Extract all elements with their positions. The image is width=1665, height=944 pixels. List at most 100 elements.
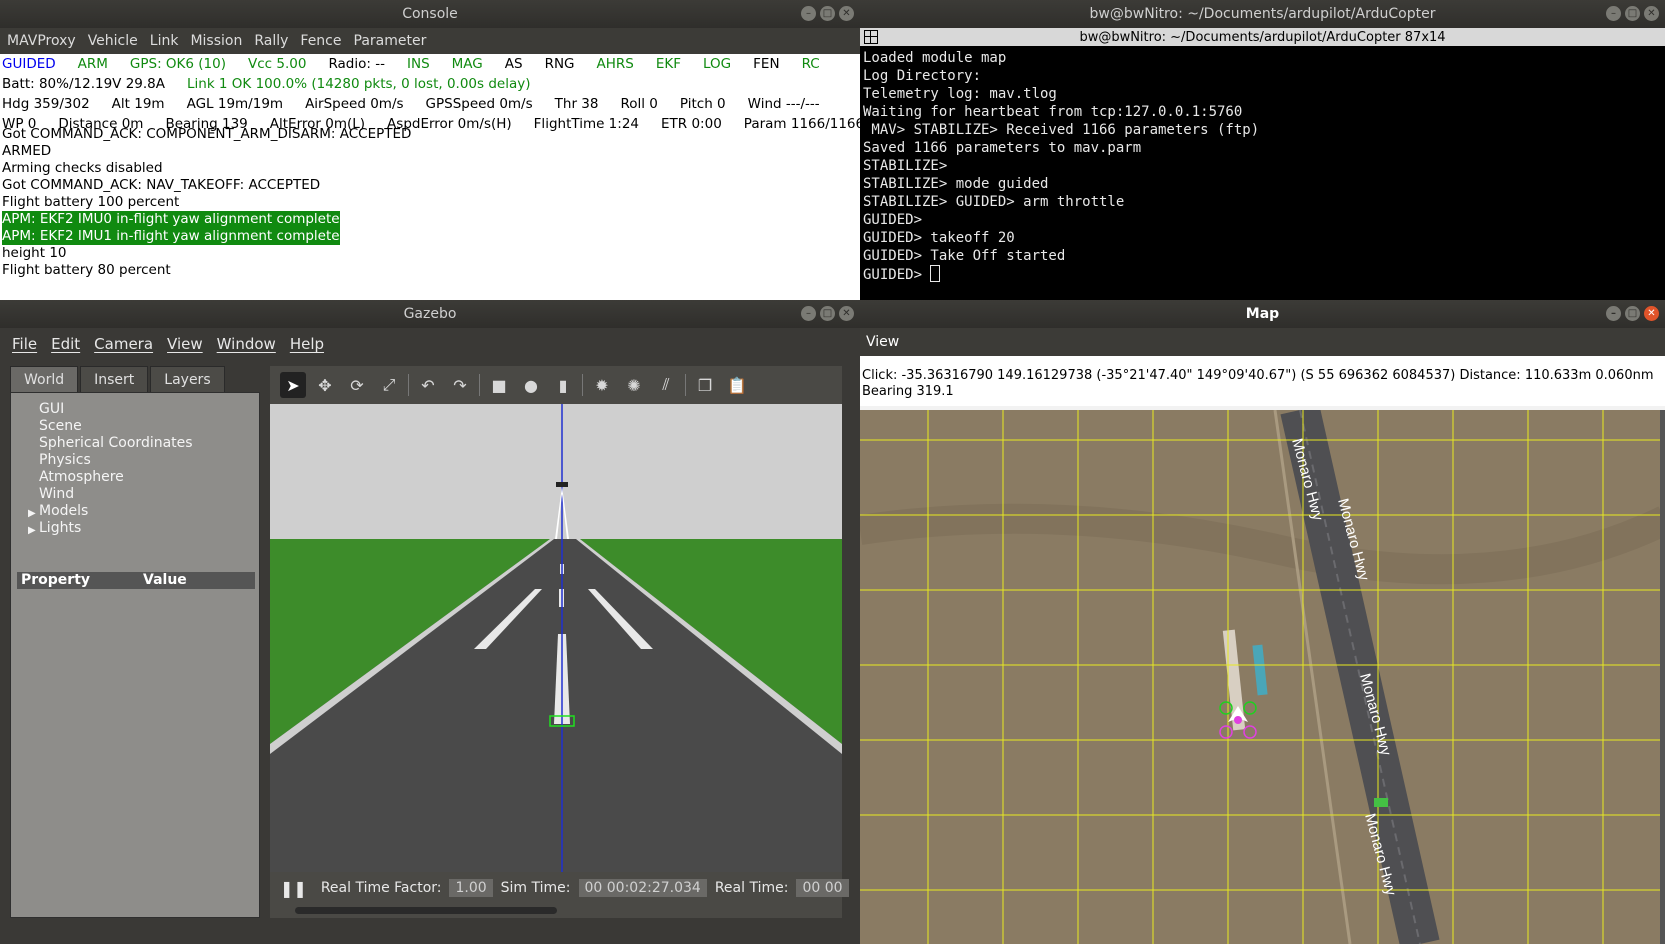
close-icon[interactable]: ✕ [1644,306,1659,321]
status-item: AHRS [596,56,634,72]
console-message: APM: EKF2 IMU0 in-flight yaw alignment c… [2,211,860,228]
status-item: Link 1 OK 100.0% (14280 pkts, 0 lost, 0.… [186,76,531,92]
map-menubar: View [860,328,1665,356]
expand-arrow-icon[interactable]: ▶ [28,505,36,522]
menu-parameter[interactable]: Parameter [354,33,427,49]
gazebo-menu-help[interactable]: Help [290,335,324,353]
translate-icon[interactable]: ✥ [312,372,338,398]
maximize-icon[interactable]: □ [820,6,835,21]
gazebo-menu-window[interactable]: Window [217,335,276,353]
terminal-prompt-line[interactable]: GUIDED> [863,265,1665,284]
terminal-output[interactable]: Loaded module map Log Directory: Telemetry… [860,46,1665,284]
tree-item[interactable]: Physics [39,452,259,469]
terminal-line: STABILIZE> GUIDED> arm throttle [863,194,1125,210]
tree-item[interactable]: Atmosphere [39,469,259,486]
maximize-icon[interactable]: □ [1625,306,1640,321]
minimize-icon[interactable]: – [1606,306,1621,321]
spot-light-icon[interactable]: ✺ [621,372,647,398]
status-item: LOG [703,56,732,72]
toolbar-separator [479,374,480,396]
message-text: Got COMMAND_ACK: COMPONENT_ARM_DISARM: A… [2,126,412,142]
terminal-grid-icon[interactable] [864,30,878,44]
tab-insert[interactable]: Insert [80,366,149,392]
tree-item[interactable]: GUI [39,401,259,418]
maximize-icon[interactable]: □ [1625,6,1640,21]
sky [270,404,842,539]
bearing-info: Bearing 319.1 [862,384,954,399]
tree-item[interactable]: Scene [39,418,259,435]
scale-icon[interactable]: ⤢ [376,372,402,398]
status-item: Batt: 80%/12.19V 29.8A [2,76,165,92]
menu-fence[interactable]: Fence [300,33,341,49]
gazebo-viewport: ➤ ✥ ⟳ ⤢ ↶ ↷ ■ ● ▮ ✹ ✺ ⫽ ❐ 📋 ❚❚ Real Time Factor: 1.00… [270,366,849,918]
message-text: Flight battery 100 percent [2,194,180,210]
drone-model[interactable] [556,482,568,487]
menu-link[interactable]: Link [150,33,179,49]
terminal-line: STABILIZE> mode guided [863,176,1049,192]
cylinder-icon[interactable]: ▮ [550,372,576,398]
sphere-icon[interactable]: ● [518,372,544,398]
status-item: INS [406,56,430,72]
minimize-icon[interactable]: – [801,306,816,321]
status-item: GPS: OK6 (10) [129,56,227,72]
gazebo-menu-camera[interactable]: Camera [94,335,153,353]
console-titlebar[interactable]: Console – □ ✕ [0,0,860,28]
tree-item-label: Wind [39,486,75,502]
point-light-icon[interactable]: ✹ [589,372,615,398]
menu-rally[interactable]: Rally [254,33,288,49]
message-text: Arming checks disabled [2,160,163,176]
console-message: Got COMMAND_ACK: NAV_TAKEOFF: ACCEPTED [2,177,860,194]
select-arrow-icon[interactable]: ➤ [280,372,306,398]
terminal-line: MAV> STABILIZE> Received 1166 parameters… [863,122,1260,138]
status-item: FlightTime 1:24 [533,116,640,132]
menu-mavproxy[interactable]: MAVProxy [7,33,76,49]
status-item: MAG [451,56,483,72]
gazebo-window: Gazebo – □ ✕ File Edit Camera View Window Hel… [0,300,860,944]
tree-item[interactable]: ▶ Models [28,503,259,520]
paste-icon[interactable]: 📋 [724,372,750,398]
undo-icon[interactable]: ↶ [415,372,441,398]
horizontal-scrollbar[interactable] [295,907,557,914]
waypoint-marker[interactable] [1374,798,1388,807]
3d-scene[interactable] [270,404,842,872]
gazebo-menu-edit[interactable]: Edit [51,335,80,353]
menu-vehicle[interactable]: Vehicle [88,33,138,49]
copy-icon[interactable]: ❐ [692,372,718,398]
minimize-icon[interactable]: – [801,6,816,21]
map-menu-view[interactable]: View [866,334,899,350]
close-icon[interactable]: ✕ [1644,6,1659,21]
console-message: ARMED [2,143,860,160]
tab-layers[interactable]: Layers [150,366,225,392]
close-icon[interactable]: ✕ [839,306,854,321]
tree-item[interactable]: ▶ Lights [28,520,259,537]
redo-icon[interactable]: ↷ [447,372,473,398]
maximize-icon[interactable]: □ [820,306,835,321]
gazebo-menu-file[interactable]: File [12,335,37,353]
gazebo-menu-view[interactable]: View [167,335,203,353]
tree-item-label: Physics [39,452,91,468]
status-item: RNG [544,56,575,72]
gazebo-titlebar[interactable]: Gazebo – □ ✕ [0,300,860,328]
terminal-line: Log Directory: [863,68,982,84]
close-icon[interactable]: ✕ [839,6,854,21]
gazebo-menubar: File Edit Camera View Window Help [0,328,860,360]
world-tree-panel: GUI Scene Spherical Coordinates Physics Atmo… [10,392,260,918]
status-item: Pitch 0 [679,96,726,112]
directional-light-icon[interactable]: ⫽ [653,372,679,398]
gazebo-tabs: World Insert Layers [10,366,260,392]
tree-item[interactable]: Wind [39,486,259,503]
tree-item[interactable]: Spherical Coordinates [39,435,259,452]
rotate-icon[interactable]: ⟳ [344,372,370,398]
expand-arrow-icon[interactable]: ▶ [28,522,36,539]
message-text: APM: EKF2 IMU1 in-flight yaw alignment c… [2,228,340,245]
pause-icon[interactable]: ❚❚ [280,879,307,898]
tab-world[interactable]: World [10,366,79,392]
gazebo-statusbar: ❚❚ Real Time Factor: 1.00 Sim Time: 00 0… [270,872,849,918]
map-titlebar[interactable]: Map – □ ✕ [860,300,1665,328]
status-item: EKF [655,56,682,72]
minimize-icon[interactable]: – [1606,6,1621,21]
menu-mission[interactable]: Mission [190,33,242,49]
map-canvas[interactable]: Monaro Hwy Monaro Hwy Monaro Hwy Monaro … [860,410,1665,944]
terminal-titlebar[interactable]: bw@bwNitro: ~/Documents/ardupilot/ArduCo… [860,0,1665,28]
box-icon[interactable]: ■ [486,372,512,398]
